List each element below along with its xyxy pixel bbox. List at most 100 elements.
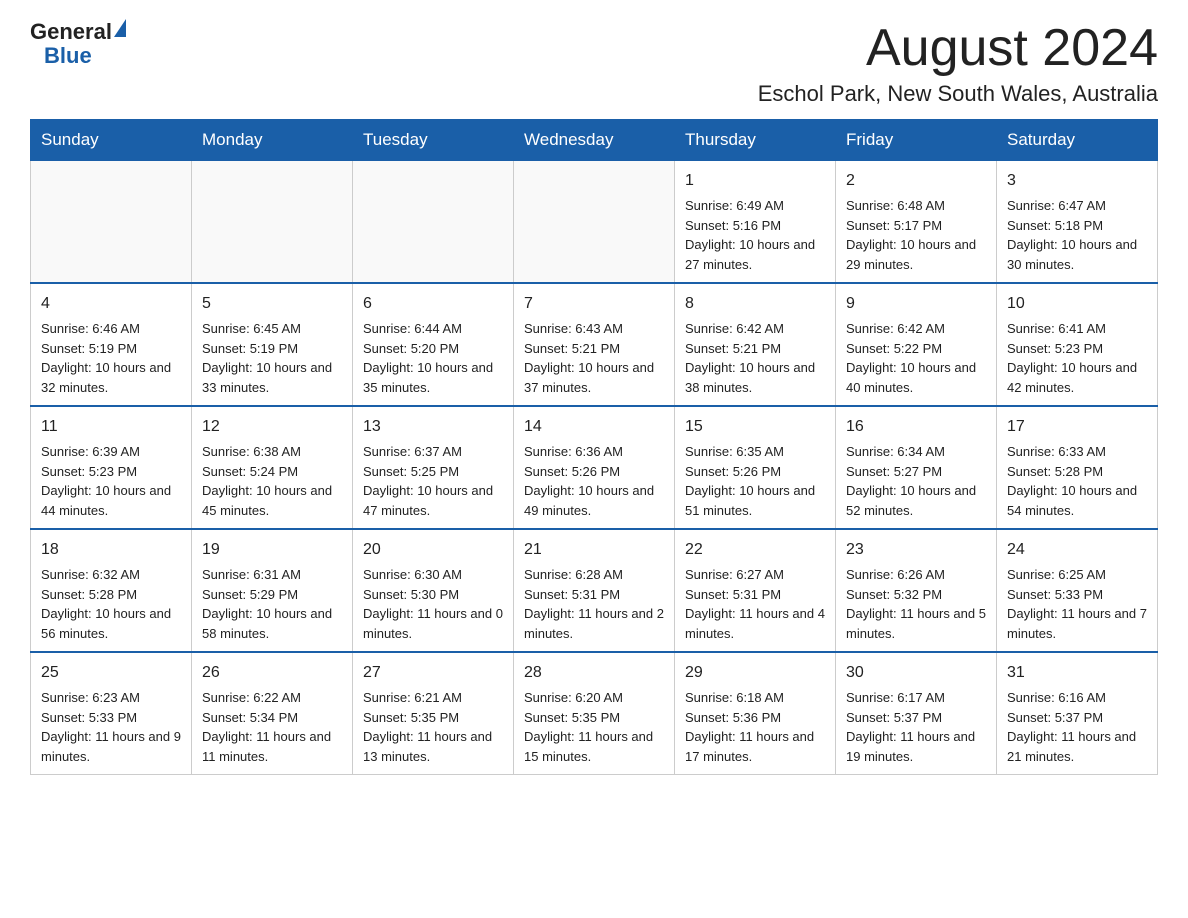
day-number: 16 — [846, 415, 986, 439]
calendar-cell: 11 Sunrise: 6:39 AM Sunset: 5:23 PM Dayli… — [31, 406, 192, 529]
day-info: Sunrise: 6:17 AM Sunset: 5:37 PM Dayligh… — [846, 688, 986, 766]
calendar-week-row: 25Sunrise: 6:23 AM Sunset: 5:33 PM Dayli… — [31, 652, 1158, 775]
calendar-cell — [192, 161, 353, 284]
calendar-cell: 4Sunrise: 6:46 AM Sunset: 5:19 PM Daylig… — [31, 283, 192, 406]
calendar-cell: 14 Sunrise: 6:36 AM Sunset: 5:26 PM Dayli… — [514, 406, 675, 529]
col-header-friday: Friday — [836, 120, 997, 161]
calendar-cell: 9Sunrise: 6:42 AM Sunset: 5:22 PM Daylig… — [836, 283, 997, 406]
calendar-cell: 23Sunrise: 6:26 AM Sunset: 5:32 PM Dayli… — [836, 529, 997, 652]
calendar-cell: 16 Sunrise: 6:34 AM Sunset: 5:27 PM Dayli… — [836, 406, 997, 529]
logo: General Blue — [30, 20, 126, 68]
day-info: Sunrise: 6:25 AM Sunset: 5:33 PM Dayligh… — [1007, 565, 1147, 643]
day-number: 2 — [846, 169, 986, 193]
calendar-cell: 18Sunrise: 6:32 AM Sunset: 5:28 PM Dayli… — [31, 529, 192, 652]
subtitle: Eschol Park, New South Wales, Australia — [758, 81, 1158, 107]
calendar-header-row: SundayMondayTuesdayWednesdayThursdayFrid… — [31, 120, 1158, 161]
logo-text-line1: General — [30, 20, 112, 44]
calendar-cell: 15 Sunrise: 6:35 AM Sunset: 5:26 PM Dayli… — [675, 406, 836, 529]
day-number: 26 — [202, 661, 342, 685]
calendar-cell: 13Sunrise: 6:37 AM Sunset: 5:25 PM Dayli… — [353, 406, 514, 529]
calendar-cell: 22Sunrise: 6:27 AM Sunset: 5:31 PM Dayli… — [675, 529, 836, 652]
day-info: Sunrise: 6:16 AM Sunset: 5:37 PM Dayligh… — [1007, 688, 1147, 766]
day-number: 31 — [1007, 661, 1147, 685]
day-number: 15 — [685, 415, 825, 439]
day-number: 1 — [685, 169, 825, 193]
day-number: 19 — [202, 538, 342, 562]
calendar-cell: 1 Sunrise: 6:49 AM Sunset: 5:16 PM Daylig… — [675, 161, 836, 284]
calendar-cell: 7 Sunrise: 6:43 AM Sunset: 5:21 PM Daylig… — [514, 283, 675, 406]
calendar-cell: 5 Sunrise: 6:45 AM Sunset: 5:19 PM Daylig… — [192, 283, 353, 406]
day-info: Sunrise: 6:33 AM Sunset: 5:28 PM Dayligh… — [1007, 442, 1147, 520]
day-info: Sunrise: 6:31 AM Sunset: 5:29 PM Dayligh… — [202, 565, 342, 643]
day-info: Sunrise: 6:36 AM Sunset: 5:26 PM Dayligh… — [524, 442, 664, 520]
day-number: 4 — [41, 292, 181, 316]
day-number: 8 — [685, 292, 825, 316]
main-title: August 2024 — [758, 20, 1158, 77]
day-info: Sunrise: 6:34 AM Sunset: 5:27 PM Dayligh… — [846, 442, 986, 520]
day-info: Sunrise: 6:37 AM Sunset: 5:25 PM Dayligh… — [363, 442, 503, 520]
calendar-cell: 24 Sunrise: 6:25 AM Sunset: 5:33 PM Dayli… — [997, 529, 1158, 652]
calendar-cell: 27 Sunrise: 6:21 AM Sunset: 5:35 PM Dayli… — [353, 652, 514, 775]
calendar-cell: 20 Sunrise: 6:30 AM Sunset: 5:30 PM Dayli… — [353, 529, 514, 652]
day-info: Sunrise: 6:27 AM Sunset: 5:31 PM Dayligh… — [685, 565, 825, 643]
logo-triangle-icon — [114, 19, 126, 37]
day-info: Sunrise: 6:39 AM Sunset: 5:23 PM Dayligh… — [41, 442, 181, 520]
day-number: 11 — [41, 415, 181, 439]
calendar-week-row: 11 Sunrise: 6:39 AM Sunset: 5:23 PM Dayli… — [31, 406, 1158, 529]
day-info: Sunrise: 6:43 AM Sunset: 5:21 PM Dayligh… — [524, 319, 664, 397]
calendar-cell: 21 Sunrise: 6:28 AM Sunset: 5:31 PM Dayli… — [514, 529, 675, 652]
day-number: 29 — [685, 661, 825, 685]
col-header-thursday: Thursday — [675, 120, 836, 161]
calendar-cell: 17 Sunrise: 6:33 AM Sunset: 5:28 PM Dayli… — [997, 406, 1158, 529]
calendar-cell: 29 Sunrise: 6:18 AM Sunset: 5:36 PM Dayli… — [675, 652, 836, 775]
col-header-saturday: Saturday — [997, 120, 1158, 161]
calendar-week-row: 4Sunrise: 6:46 AM Sunset: 5:19 PM Daylig… — [31, 283, 1158, 406]
day-number: 28 — [524, 661, 664, 685]
day-number: 3 — [1007, 169, 1147, 193]
day-number: 6 — [363, 292, 503, 316]
day-number: 24 — [1007, 538, 1147, 562]
calendar-cell — [514, 161, 675, 284]
calendar-cell: 30Sunrise: 6:17 AM Sunset: 5:37 PM Dayli… — [836, 652, 997, 775]
col-header-tuesday: Tuesday — [353, 120, 514, 161]
day-number: 14 — [524, 415, 664, 439]
calendar-cell: 10 Sunrise: 6:41 AM Sunset: 5:23 PM Dayli… — [997, 283, 1158, 406]
calendar-cell: 26 Sunrise: 6:22 AM Sunset: 5:34 PM Dayli… — [192, 652, 353, 775]
col-header-wednesday: Wednesday — [514, 120, 675, 161]
calendar-cell — [31, 161, 192, 284]
logo-text-line2: Blue — [44, 44, 92, 68]
calendar-cell: 6 Sunrise: 6:44 AM Sunset: 5:20 PM Daylig… — [353, 283, 514, 406]
day-info: Sunrise: 6:35 AM Sunset: 5:26 PM Dayligh… — [685, 442, 825, 520]
day-number: 27 — [363, 661, 503, 685]
col-header-sunday: Sunday — [31, 120, 192, 161]
day-info: Sunrise: 6:21 AM Sunset: 5:35 PM Dayligh… — [363, 688, 503, 766]
day-info: Sunrise: 6:49 AM Sunset: 5:16 PM Dayligh… — [685, 196, 825, 274]
day-info: Sunrise: 6:30 AM Sunset: 5:30 PM Dayligh… — [363, 565, 503, 643]
day-number: 7 — [524, 292, 664, 316]
day-number: 5 — [202, 292, 342, 316]
day-number: 21 — [524, 538, 664, 562]
day-info: Sunrise: 6:48 AM Sunset: 5:17 PM Dayligh… — [846, 196, 986, 274]
day-info: Sunrise: 6:42 AM Sunset: 5:21 PM Dayligh… — [685, 319, 825, 397]
day-number: 9 — [846, 292, 986, 316]
title-area: August 2024 Eschol Park, New South Wales… — [758, 20, 1158, 107]
day-info: Sunrise: 6:18 AM Sunset: 5:36 PM Dayligh… — [685, 688, 825, 766]
calendar-cell: 19 Sunrise: 6:31 AM Sunset: 5:29 PM Dayli… — [192, 529, 353, 652]
day-number: 10 — [1007, 292, 1147, 316]
day-info: Sunrise: 6:41 AM Sunset: 5:23 PM Dayligh… — [1007, 319, 1147, 397]
calendar-cell: 25Sunrise: 6:23 AM Sunset: 5:33 PM Dayli… — [31, 652, 192, 775]
col-header-monday: Monday — [192, 120, 353, 161]
day-info: Sunrise: 6:22 AM Sunset: 5:34 PM Dayligh… — [202, 688, 342, 766]
day-info: Sunrise: 6:44 AM Sunset: 5:20 PM Dayligh… — [363, 319, 503, 397]
day-number: 20 — [363, 538, 503, 562]
day-info: Sunrise: 6:28 AM Sunset: 5:31 PM Dayligh… — [524, 565, 664, 643]
day-number: 17 — [1007, 415, 1147, 439]
calendar-cell: 8 Sunrise: 6:42 AM Sunset: 5:21 PM Daylig… — [675, 283, 836, 406]
day-number: 23 — [846, 538, 986, 562]
calendar-cell: 28 Sunrise: 6:20 AM Sunset: 5:35 PM Dayli… — [514, 652, 675, 775]
day-number: 12 — [202, 415, 342, 439]
day-info: Sunrise: 6:45 AM Sunset: 5:19 PM Dayligh… — [202, 319, 342, 397]
day-number: 18 — [41, 538, 181, 562]
day-info: Sunrise: 6:20 AM Sunset: 5:35 PM Dayligh… — [524, 688, 664, 766]
calendar-cell: 12Sunrise: 6:38 AM Sunset: 5:24 PM Dayli… — [192, 406, 353, 529]
